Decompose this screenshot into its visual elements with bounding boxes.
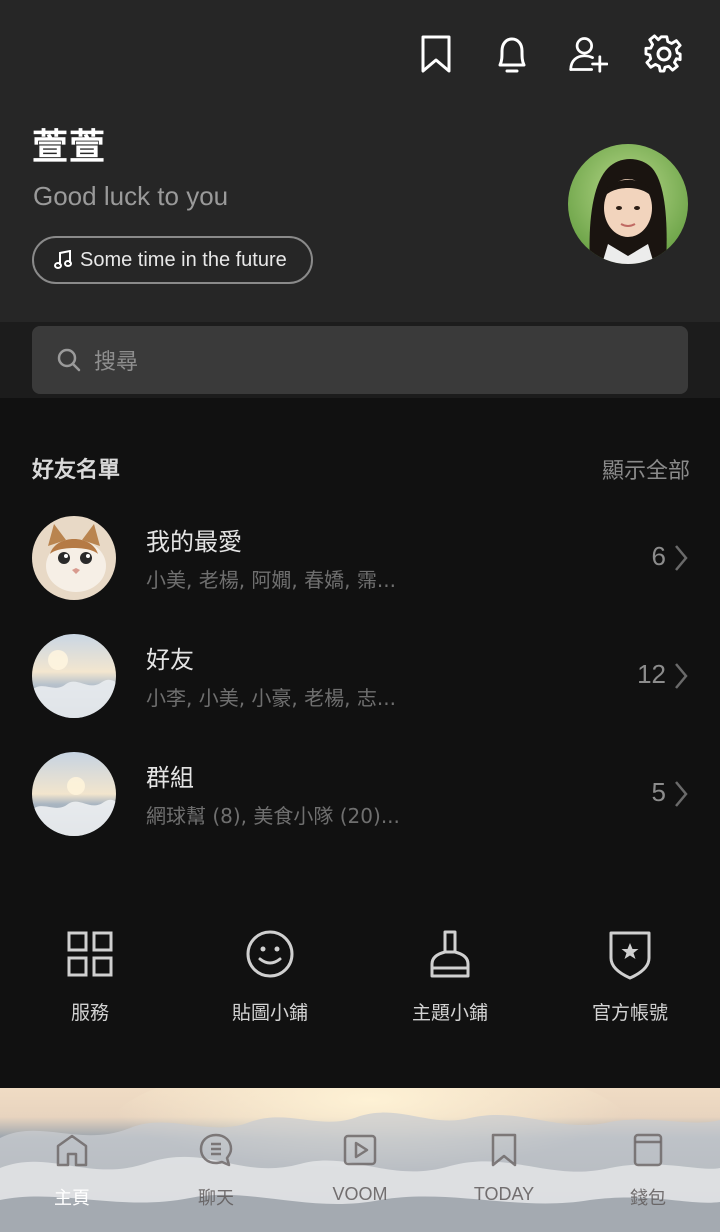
bookmark-icon [491,1133,517,1167]
service-label: 貼圖小鋪 [231,1002,308,1024]
friends-section-title: 好友名單 [32,458,121,483]
nav-home[interactable]: 主頁 [0,1088,144,1232]
bell-icon[interactable] [492,32,532,76]
chevron-right-icon [675,663,688,689]
top-toolbar [416,32,684,76]
service-official-accounts[interactable]: 官方帳號 [540,926,720,1036]
nav-label: 聊天 [198,1188,234,1208]
profile-music-button[interactable]: Some time in the future [32,236,313,284]
music-title: Some time in the future [80,248,287,271]
service-services[interactable]: 服務 [0,926,180,1036]
favorites-thumbnail [32,516,116,600]
nav-label: TODAY [473,1184,535,1204]
chevron-right-icon [675,545,688,571]
grid-icon [62,926,118,982]
nav-chat[interactable]: 聊天 [144,1088,288,1232]
bookmark-icon[interactable] [416,32,456,76]
profile-header: 萱萱 Good luck to you Some time in the fut… [0,0,720,322]
home-icon [56,1134,88,1167]
service-theme-shop[interactable]: 主題小鋪 [360,926,540,1036]
list-item-title: 群組 [146,764,194,792]
service-label: 服務 [70,1002,109,1024]
search-icon [57,348,81,372]
star-shield-icon [602,926,658,982]
chevron-right-icon [675,781,688,807]
list-item-count: 12 [637,659,666,689]
show-all-link[interactable]: 顯示全部 [602,453,690,485]
list-item-title: 好友 [146,646,194,674]
play-icon [343,1134,377,1166]
list-item-favorites[interactable]: 我的最愛 小美, 老楊, 阿嫺, 春嬌, 霈... 6 [0,516,720,626]
list-item-title: 我的最愛 [146,528,242,556]
list-item-count: 5 [651,777,666,807]
nav-label: VOOM [332,1184,388,1204]
nav-voom[interactable]: VOOM [288,1088,432,1232]
search-placeholder: 搜尋 [94,350,139,375]
status-message[interactable]: Good luck to you [33,181,228,212]
nav-label: 錢包 [630,1188,666,1208]
brush-icon [422,926,478,982]
nav-today[interactable]: TODAY [432,1088,576,1232]
nav-label: 主頁 [54,1188,90,1208]
list-item-count: 6 [651,541,666,571]
list-item-friends[interactable]: 好友 小李, 小美, 小豪, 老楊, 志... 12 [0,634,720,744]
service-label: 主題小鋪 [411,1002,488,1024]
service-label: 官方帳號 [591,1002,668,1024]
avatar[interactable] [568,144,688,264]
service-sticker-shop[interactable]: 貼圖小鋪 [180,926,360,1036]
search-input[interactable]: 搜尋 [32,326,688,394]
list-item-subtitle: 網球幫 (8), 美食小隊 (20)... [146,804,400,828]
music-note-icon [54,250,72,269]
list-item-groups[interactable]: 群組 網球幫 (8), 美食小隊 (20)... 5 [0,752,720,862]
list-item-subtitle: 小美, 老楊, 阿嫺, 春嬌, 霈... [146,568,396,592]
gear-icon[interactable] [644,32,684,76]
friends-thumbnail [32,634,116,718]
smiley-icon [242,926,298,982]
profile-name[interactable]: 萱萱 [32,118,106,170]
add-friend-icon[interactable] [568,32,608,76]
quick-services: 服務 貼圖小鋪 主題小鋪 官方帳號 [0,926,720,1036]
nav-wallet[interactable]: 錢包 [576,1088,720,1232]
groups-thumbnail [32,752,116,836]
chat-icon [199,1133,233,1167]
bottom-nav: 主頁 聊天 VOOM TODAY 錢包 [0,1088,720,1232]
list-item-subtitle: 小李, 小美, 小豪, 老楊, 志... [146,686,396,710]
wallet-icon [633,1133,663,1167]
